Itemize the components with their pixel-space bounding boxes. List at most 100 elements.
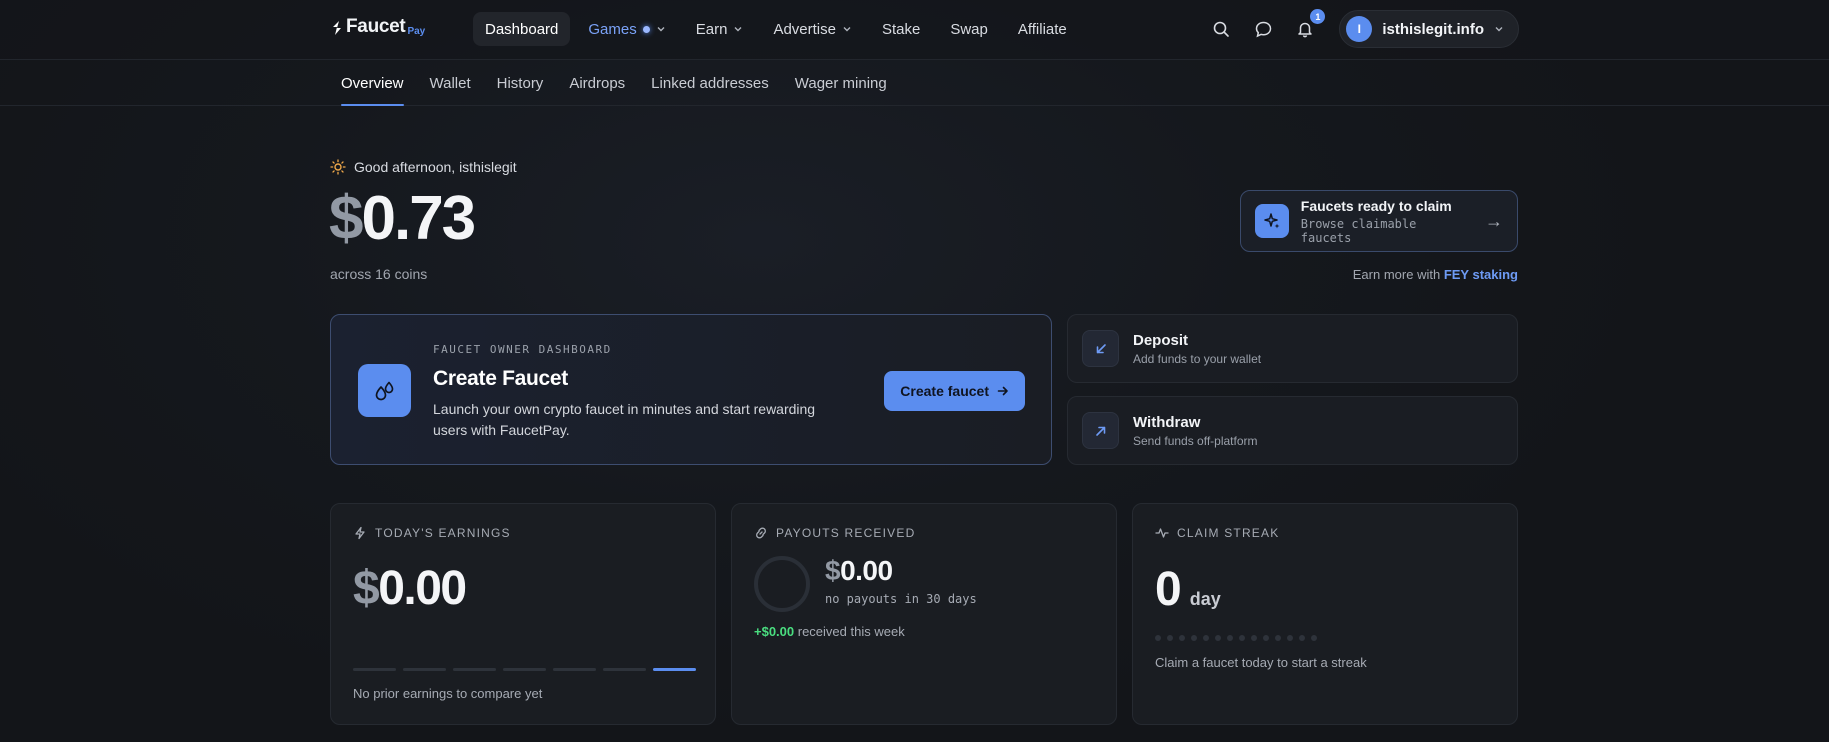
- payouts-value: $0.00: [825, 555, 893, 587]
- streak-number: 0: [1155, 563, 1182, 616]
- streak-value: 0 day: [1155, 562, 1221, 617]
- withdraw-text: Withdraw Send funds off-platform: [1133, 414, 1258, 448]
- streak-unit: day: [1189, 589, 1221, 609]
- tab-wager-mining[interactable]: Wager mining: [795, 61, 887, 106]
- earnings-bar: [653, 668, 696, 671]
- faucets-ready-card[interactable]: Faucets ready to claim Browse claimable …: [1240, 190, 1518, 252]
- search-button[interactable]: [1209, 17, 1233, 41]
- droplets-icon: [358, 364, 411, 417]
- withdraw-subtitle: Send funds off-platform: [1133, 433, 1258, 448]
- chevron-down-icon: [734, 27, 742, 32]
- arrow-right-icon: [997, 386, 1008, 396]
- nav-dashboard-label: Dashboard: [485, 20, 559, 38]
- payouts-label: PAYOUTS RECEIVED: [776, 526, 916, 540]
- tab-wallet[interactable]: Wallet: [430, 61, 471, 106]
- nav-stake-label: Stake: [881, 20, 921, 38]
- earnings-amount: 0.00: [378, 562, 467, 615]
- greeting-text: Good afternoon, isthislegit: [354, 159, 517, 175]
- notifications-button[interactable]: 1: [1293, 9, 1326, 41]
- streak-dot: [1239, 635, 1245, 641]
- earnings-bar: [453, 668, 496, 671]
- nav-swap-label: Swap: [950, 20, 988, 38]
- notification-count-badge: 1: [1310, 9, 1326, 24]
- payouts-subtitle: no payouts in 30 days: [825, 592, 977, 606]
- deposit-subtitle: Add funds to your wallet: [1133, 351, 1262, 366]
- top-navigation: Faucet Pay Dashboard Games Earn Advertis…: [0, 0, 1829, 60]
- fey-staking-link[interactable]: FEY staking: [1444, 267, 1518, 282]
- tab-history[interactable]: History: [497, 61, 544, 106]
- tab-overview[interactable]: Overview: [341, 61, 404, 106]
- create-faucet-title: Create Faucet: [433, 367, 568, 390]
- logo-suffix: Pay: [407, 26, 426, 37]
- nav-swap[interactable]: Swap: [938, 12, 1000, 46]
- arrow-down-left-icon: [1082, 330, 1119, 367]
- main-nav-links: Dashboard Games Earn Advertise Stake Swa…: [473, 12, 1079, 46]
- username: isthislegit.info: [1382, 20, 1484, 38]
- chevron-down-icon: [657, 27, 665, 32]
- sparkles-icon: [1255, 204, 1289, 238]
- deposit-card[interactable]: Deposit Add funds to your wallet: [1067, 314, 1518, 383]
- create-faucet-description: Launch your own crypto faucet in minutes…: [433, 401, 816, 438]
- withdraw-title: Withdraw: [1133, 413, 1201, 431]
- messages-button[interactable]: [1251, 17, 1275, 41]
- chevron-down-icon: [1495, 27, 1503, 32]
- payouts-week: +$0.00 received this week: [754, 624, 905, 639]
- week-suffix: received this week: [797, 624, 905, 639]
- nav-advertise[interactable]: Advertise: [761, 12, 864, 46]
- streak-dot: [1227, 635, 1233, 641]
- create-faucet-button[interactable]: Create faucet: [884, 371, 1025, 411]
- streak-dot: [1287, 635, 1293, 641]
- streak-dot: [1191, 635, 1197, 641]
- streak-dots: [1155, 635, 1317, 641]
- streak-note: Claim a faucet today to start a streak: [1155, 655, 1367, 670]
- earnings-bar: [603, 668, 646, 671]
- arrow-up-right-icon: [1082, 412, 1119, 449]
- faucets-ready-title: Faucets ready to claim: [1300, 197, 1452, 214]
- link-icon: [756, 527, 766, 539]
- tab-linked-addresses[interactable]: Linked addresses: [651, 61, 769, 106]
- nav-games[interactable]: Games: [576, 12, 677, 46]
- todays-earnings-value: $0.00: [353, 561, 467, 616]
- nav-stake[interactable]: Stake: [870, 12, 932, 46]
- earnings-bar: [353, 668, 396, 671]
- streak-dot: [1275, 635, 1281, 641]
- chevron-down-icon: [843, 27, 851, 32]
- earnings-bar: [403, 668, 446, 671]
- streak-dot: [1179, 635, 1185, 641]
- coins-note: across 16 coins: [330, 266, 428, 282]
- withdraw-card[interactable]: Withdraw Send funds off-platform: [1067, 396, 1518, 465]
- create-faucet-card: FAUCET OWNER DASHBOARD Create Faucet Lau…: [330, 314, 1052, 465]
- streak-dot: [1167, 635, 1173, 641]
- streak-dot: [1311, 635, 1317, 641]
- earnings-bar: [503, 668, 546, 671]
- lightning-icon: [355, 526, 365, 540]
- nav-affiliate[interactable]: Affiliate: [1006, 12, 1079, 46]
- claim-streak-card: CLAIM STREAK 0 day Claim a faucet today …: [1132, 503, 1518, 725]
- sun-icon: [330, 159, 346, 175]
- tab-airdrops[interactable]: Airdrops: [569, 61, 625, 106]
- streak-header: CLAIM STREAK: [1155, 526, 1279, 540]
- todays-earnings-header: TODAY'S EARNINGS: [353, 526, 511, 540]
- faucetpay-logo[interactable]: Faucet Pay: [330, 16, 425, 38]
- user-menu[interactable]: I isthislegit.info: [1339, 10, 1519, 48]
- nav-actions: 1 I isthislegit.info: [1209, 9, 1519, 48]
- chat-icon: [1255, 21, 1272, 37]
- earnings-bar: [553, 668, 596, 671]
- todays-earnings-label: TODAY'S EARNINGS: [375, 526, 511, 540]
- streak-label: CLAIM STREAK: [1177, 526, 1280, 540]
- earn-more-note: Earn more with FEY staking: [1353, 267, 1518, 282]
- bell-icon: [1298, 22, 1313, 38]
- streak-dot: [1155, 635, 1161, 641]
- payouts-amount: 0.00: [840, 555, 893, 586]
- deposit-text: Deposit Add funds to your wallet: [1133, 332, 1261, 366]
- payouts-header: PAYOUTS RECEIVED: [754, 526, 915, 540]
- balance-currency: $: [329, 184, 364, 253]
- nav-earn[interactable]: Earn: [684, 12, 756, 46]
- todays-earnings-card: TODAY'S EARNINGS $0.00 No prior earnings…: [330, 503, 716, 725]
- streak-dot: [1215, 635, 1221, 641]
- nav-dashboard[interactable]: Dashboard: [473, 12, 571, 46]
- nav-affiliate-label: Affiliate: [1017, 20, 1067, 38]
- faucets-ready-subtitle: Browse claimable faucets: [1300, 216, 1417, 245]
- balance-amount: 0.73: [361, 184, 476, 253]
- sub-navigation: Overview Wallet History Airdrops Linked …: [0, 61, 1829, 106]
